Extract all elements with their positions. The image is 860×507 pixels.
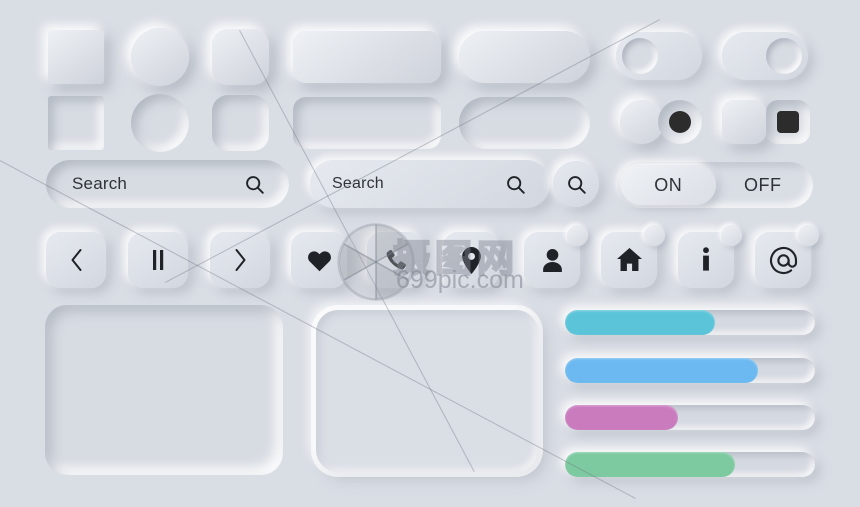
search-icon [567,175,586,194]
toggle-off[interactable] [616,32,702,80]
favorite-button[interactable] [291,232,347,288]
onoff-option-off[interactable]: OFF [716,165,811,205]
info-button[interactable] [678,225,742,288]
progress-bar-green[interactable] [565,452,815,477]
search-icon[interactable] [244,174,289,195]
radio-checked[interactable] [658,100,702,144]
map-pin-icon [461,246,481,274]
heart-icon [307,250,331,271]
rounded-square-inset[interactable] [212,95,269,151]
panel-card[interactable] [316,310,538,472]
toggle-knob[interactable] [766,38,802,74]
next-button[interactable] [210,232,270,288]
prev-button[interactable] [46,232,106,288]
button-pill-inset[interactable] [459,97,590,149]
email-button[interactable] [755,225,819,288]
progress-fill [565,358,758,383]
notification-badge[interactable] [644,225,665,246]
at-sign-icon [769,246,797,274]
circle-inset[interactable] [131,94,189,152]
profile-button[interactable] [524,225,588,288]
pause-button[interactable] [128,232,188,288]
button-rect-inset[interactable] [293,97,441,149]
progress-bar-teal[interactable] [565,310,815,335]
progress-fill [565,310,715,335]
progress-bar-pink[interactable] [565,405,815,430]
button-pill-raised[interactable] [459,31,590,83]
search-icon[interactable] [505,174,550,195]
call-button[interactable] [367,232,423,288]
toggle-knob[interactable] [622,38,658,74]
home-icon [616,248,642,271]
onoff-option-on[interactable]: ON [621,165,716,205]
notification-badge[interactable] [721,225,742,246]
progress-bar-blue[interactable] [565,358,815,383]
panel-inset[interactable] [45,305,283,475]
checkbox-check-icon [777,111,799,133]
progress-fill [565,405,678,430]
notification-badge[interactable] [567,225,588,246]
radio-dot-icon [669,111,691,133]
home-button[interactable] [601,225,665,288]
square-raised[interactable] [48,30,104,84]
search-input[interactable] [46,174,217,194]
search-input[interactable] [310,175,478,193]
chevron-right-icon [235,249,245,271]
person-icon [542,248,562,272]
circle-raised[interactable] [131,28,189,86]
button-rect-raised[interactable] [293,31,441,83]
location-button[interactable] [443,232,499,288]
onoff-switch[interactable]: ON OFF [618,162,813,208]
rounded-square-raised[interactable] [212,29,269,85]
ui-kit-canvas: ON OFF [0,0,860,507]
notification-badge[interactable] [798,225,819,246]
progress-fill [565,452,735,477]
search-icon-button[interactable] [553,161,599,207]
checkbox-checked[interactable] [766,100,810,144]
toggle-on[interactable] [722,32,808,80]
checkbox-unchecked[interactable] [722,100,766,144]
search-field-raised[interactable] [310,160,550,208]
square-inset[interactable] [48,96,104,150]
phone-icon [386,249,406,269]
pause-icon [153,250,164,270]
search-field-inset[interactable] [46,160,289,208]
info-icon [703,247,709,271]
chevron-left-icon [71,249,81,271]
